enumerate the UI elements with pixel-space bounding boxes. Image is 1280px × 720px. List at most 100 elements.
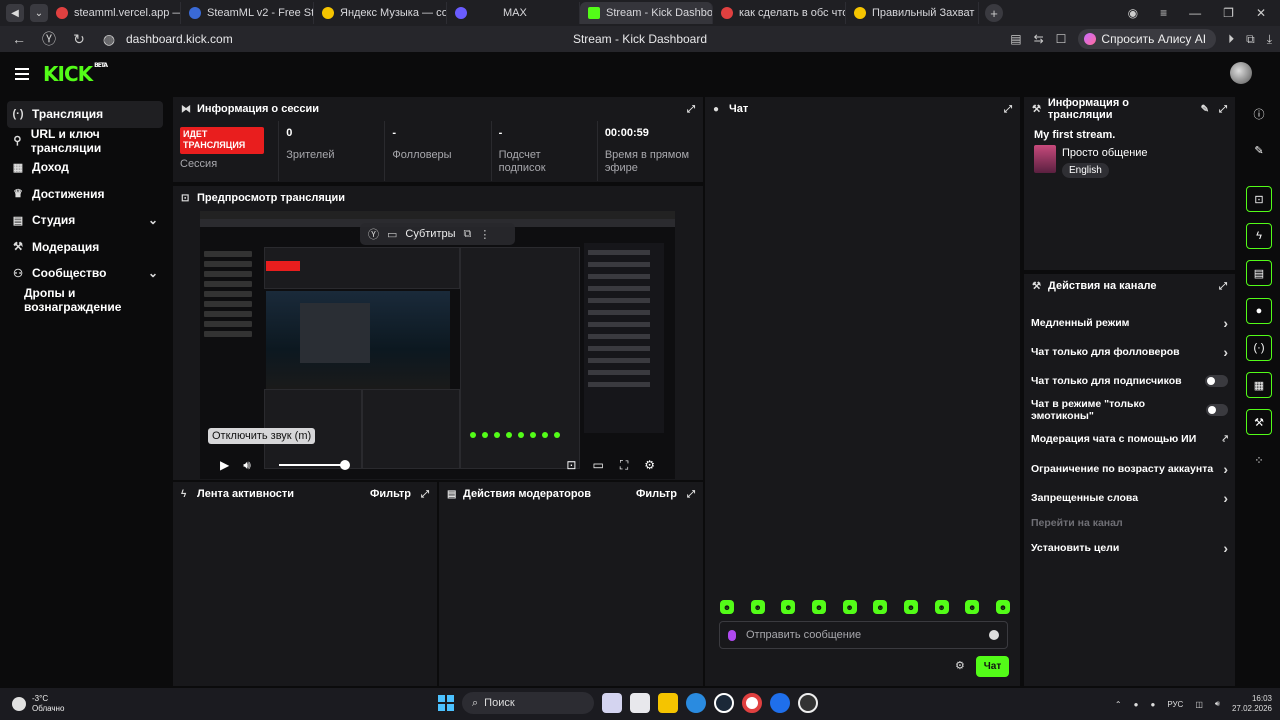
emote-only-toggle[interactable] <box>1205 404 1228 417</box>
fullscreen-icon[interactable]: ⛶ <box>620 458 628 473</box>
emote-icon[interactable]: ☻ <box>811 600 826 614</box>
app-icon[interactable] <box>770 693 790 713</box>
reload-icon[interactable]: ↻ <box>68 31 90 48</box>
chevron-up-icon[interactable]: ⌃ <box>1115 700 1122 709</box>
menu-icon[interactable]: ≡ <box>1160 6 1167 20</box>
chat-send-button[interactable]: Чат <box>976 656 1009 677</box>
emote-icon[interactable]: ☻ <box>934 600 949 614</box>
theater-icon[interactable]: ▭ <box>592 458 603 473</box>
scan-icon[interactable]: ⊡ <box>1246 186 1272 212</box>
profile-icon[interactable]: ◉ <box>1128 6 1138 20</box>
widgets-icon[interactable] <box>602 693 622 713</box>
browser-tab[interactable]: Правильный Захват ИГР! <box>846 2 979 24</box>
broadcast-icon[interactable]: (·) <box>1246 335 1272 361</box>
volume-slider[interactable] <box>278 460 350 470</box>
emote-icon[interactable]: ☻ <box>720 600 734 614</box>
yandex-icon[interactable]: Ⓨ <box>368 226 379 242</box>
tab-list-chevron-icon[interactable]: ⌄ <box>30 4 48 22</box>
video-player[interactable]: Ⓨ ▭ Субтитры ⧉ ⋮ Отключить звук (m) ▶ 🔊︎… <box>200 211 675 479</box>
sidebar-item-income[interactable]: ▦ Доход <box>7 154 163 181</box>
chat-settings-icon[interactable]: ⚙ <box>955 659 965 672</box>
action-slow-mode[interactable]: Медленный режим › <box>1024 308 1235 337</box>
emote-icon[interactable]: ☻ <box>842 600 857 614</box>
url-text[interactable]: dashboard.kick.com <box>126 32 233 46</box>
clock[interactable]: 16:03 27.02.2026 <box>1232 694 1272 714</box>
sidebar-item-studio[interactable]: ▤ Студия ⌄ <box>7 207 163 234</box>
action-emote-only[interactable]: Чат в режиме "только эмотиконы" <box>1024 396 1235 425</box>
expand-icon[interactable]: ⤢ <box>1219 281 1227 292</box>
emote-icon[interactable]: ☻ <box>873 600 888 614</box>
action-ai-moderation[interactable]: Модерация чата с помощью ИИ ⤤ <box>1024 425 1235 454</box>
mute-icon[interactable]: ◀ <box>6 4 24 22</box>
sidebar-item-achievements[interactable]: ♛ Достижения <box>7 181 163 208</box>
expand-icon[interactable]: ⤢ <box>421 489 429 500</box>
action-set-goals[interactable]: Установить цели › <box>1024 533 1235 562</box>
subtitles-button[interactable]: Субтитры <box>405 228 455 240</box>
play-icon[interactable]: ▶ <box>220 458 229 472</box>
network-icon[interactable]: ◫ <box>1195 700 1203 709</box>
sidebar-item-moderation[interactable]: ⚒ Модерация <box>7 234 163 261</box>
settings-icon[interactable]: ⚙ <box>644 458 655 473</box>
info-icon[interactable]: ⓘ <box>1246 101 1272 127</box>
steam-icon[interactable] <box>714 693 734 713</box>
browser-tab-active[interactable]: Stream - Kick Dashbo✕ <box>580 2 713 24</box>
emote-icon[interactable]: ☻ <box>995 600 1010 614</box>
browser-tab[interactable]: Яндекс Музыка — собира <box>314 2 447 24</box>
emote-icon[interactable]: ☻ <box>750 600 765 614</box>
weather-widget[interactable]: -3°C Облачно <box>0 694 64 714</box>
edit-icon[interactable]: ✎ <box>1201 104 1209 115</box>
emote-icon[interactable]: ☻ <box>903 600 918 614</box>
mic-icon[interactable] <box>728 629 736 641</box>
volume-knob[interactable] <box>339 460 350 470</box>
ask-alice-button[interactable]: Спросить Алису AI <box>1078 29 1217 49</box>
expand-icon[interactable]: ⤢ <box>1004 104 1012 115</box>
browser-tab[interactable]: MAX <box>447 2 580 24</box>
filter-button[interactable]: Фильтр <box>370 488 411 500</box>
more-icon[interactable]: ⋮ <box>479 228 490 241</box>
collections-icon[interactable]: ⧉ <box>1246 32 1255 47</box>
browser-tab[interactable]: steamml.vercel.app — Янд <box>48 2 181 24</box>
expand-icon[interactable]: ⤢ <box>687 104 695 115</box>
minimize-icon[interactable]: — <box>1189 6 1201 20</box>
close-window-icon[interactable]: ✕ <box>1256 6 1266 20</box>
emote-icon[interactable]: ☻ <box>781 600 796 614</box>
download-icon[interactable]: ⤓ <box>1267 32 1272 47</box>
action-followers-only[interactable]: Чат только для фолловеров › <box>1024 337 1235 366</box>
kick-logo[interactable]: KICK BETA <box>43 62 108 86</box>
volume-icon[interactable]: 🔊︎ <box>243 458 251 473</box>
emoji-picker-icon[interactable] <box>989 630 999 640</box>
pip-icon[interactable]: ⧉ <box>464 228 472 241</box>
sidebar-item-url-key[interactable]: ⚲ URL и ключ трансляции <box>7 127 163 155</box>
maximize-icon[interactable]: ❐ <box>1223 6 1234 20</box>
layout-icon[interactable]: ▦ <box>1246 372 1272 398</box>
expand-icon[interactable]: ⤢ <box>687 489 695 500</box>
taskbar-search[interactable]: ⌕ Поиск <box>462 692 594 714</box>
site-info-icon[interactable]: ◍ <box>98 31 120 48</box>
language-indicator[interactable]: РУС <box>1167 700 1183 709</box>
task-view-icon[interactable] <box>630 693 650 713</box>
layout-switch-icon[interactable]: ⁘ <box>1246 447 1272 473</box>
subscribers-only-toggle[interactable] <box>1205 374 1228 387</box>
edge-icon[interactable] <box>686 693 706 713</box>
clip-icon[interactable]: ⊡ <box>566 458 576 473</box>
action-go-to-channel[interactable]: Перейти на канал <box>1024 512 1235 533</box>
back-icon[interactable]: ← <box>8 31 30 47</box>
media-icon[interactable]: ⏵ <box>1228 32 1234 47</box>
action-account-age[interactable]: Ограничение по возрасту аккаунта › <box>1024 454 1235 483</box>
chat-icon[interactable]: ● <box>1246 298 1272 324</box>
windows-start-icon[interactable] <box>438 695 454 711</box>
sidebar-item-community[interactable]: ⚇ Сообщество ⌄ <box>7 260 163 287</box>
menu-burger-icon[interactable] <box>15 68 29 80</box>
emote-icon[interactable]: ☻ <box>965 600 980 614</box>
obs-icon[interactable] <box>798 693 818 713</box>
bookmark-icon[interactable]: ☐ <box>1056 32 1067 46</box>
new-tab-button[interactable]: + <box>985 4 1003 22</box>
browser-tab[interactable]: как сделать в обс чтобы с <box>713 2 846 24</box>
action-subscribers-only[interactable]: Чат только для подписчиков <box>1024 366 1235 395</box>
clipboard-icon[interactable]: ▤ <box>1246 260 1272 286</box>
reader-icon[interactable]: ▤ <box>1010 32 1021 46</box>
sound-icon[interactable]: 🔊︎ <box>1215 699 1220 709</box>
sidebar-item-stream[interactable]: (·) Трансляция <box>7 101 163 128</box>
action-banned-words[interactable]: Запрещенные слова › <box>1024 483 1235 512</box>
user-avatar[interactable] <box>1230 62 1252 84</box>
